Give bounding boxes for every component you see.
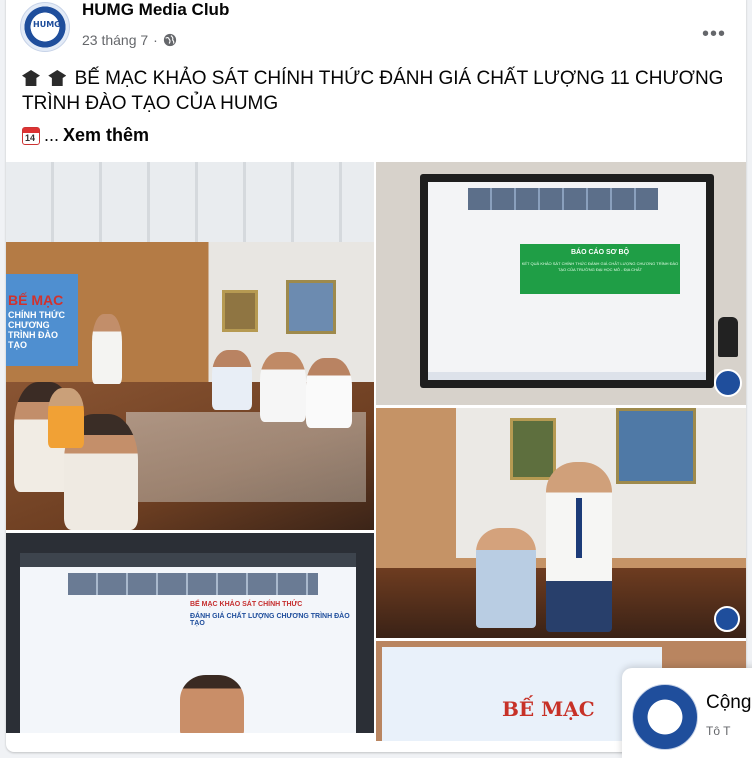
community-popup[interactable]: Cộng Tô T — [622, 668, 752, 758]
humg-media-badge-icon — [714, 369, 742, 397]
attendee — [260, 352, 306, 422]
photo-online-meeting[interactable]: BẾ MẠC KHẢO SÁT CHÍNH THỨC ĐÁNH GIÁ CHẤT… — [6, 533, 374, 733]
attendee — [92, 314, 122, 384]
avatar-logo-icon: HUMG — [33, 20, 61, 29]
post-date-link[interactable]: 23 tháng 7 — [82, 32, 148, 48]
community-subtitle: Tô T — [706, 724, 731, 738]
community-logo-icon — [632, 684, 698, 750]
attendee — [212, 350, 252, 410]
post-card: HUMG HUMG Media Club 23 tháng 7 · ••• BẾ… — [6, 0, 746, 752]
community-name: Cộng — [706, 692, 752, 713]
more-options-icon[interactable]: ••• — [696, 16, 732, 52]
screen-subtitle: CHÍNH THỨC CHƯƠNG TRÌNH ĐÀO TẠO — [8, 310, 65, 350]
banner-title: BẾ MẠC — [502, 697, 595, 721]
seated-attendee — [476, 528, 536, 628]
meeting-screen: BẾ MẠC KHẢO SÁT CHÍNH THỨC ĐÁNH GIÁ CHẤT… — [20, 567, 356, 733]
tv-display: BÁO CÁO SƠ BỘ KẾT QUẢ KHẢO SÁT CHÍNH THỨ… — [420, 174, 714, 388]
video-participants-strip — [468, 188, 658, 210]
photo-presenter[interactable] — [376, 408, 746, 638]
speaker-video — [180, 675, 244, 733]
report-slide: BÁO CÁO SƠ BỘ KẾT QUẢ KHẢO SÁT CHÍNH THỨ… — [520, 244, 680, 294]
wall-painting — [616, 408, 696, 484]
ceiling — [6, 162, 374, 242]
report-subtitle: KẾT QUẢ KHẢO SÁT CHÍNH THỨC ĐÁNH GIÁ CHẤ… — [521, 261, 679, 272]
conference-camera — [718, 317, 738, 357]
page-avatar[interactable]: HUMG — [20, 2, 70, 52]
page-name-link[interactable]: HUMG Media Club — [82, 0, 229, 20]
screen-title: BẾ MẠC — [8, 292, 64, 308]
attendee — [48, 388, 84, 448]
meeting-subtitle: ĐÁNH GIÁ CHẤT LƯỢNG CHƯƠNG TRÌNH ĐÀO TẠO — [190, 613, 350, 627]
projection-screen: BẾ MẠC CHÍNH THỨC CHƯƠNG TRÌNH ĐÀO TẠO — [6, 274, 78, 366]
post-text: BẾ MẠC KHẢO SÁT CHÍNH THỨC ĐÁNH GIÁ CHẤT… — [22, 68, 724, 114]
post-meta: 23 tháng 7 · — [82, 32, 177, 48]
meeting-toolbar — [20, 553, 356, 567]
graduation-cap-icon — [48, 70, 67, 86]
wall-painting — [510, 418, 556, 480]
globe-icon[interactable] — [163, 33, 177, 47]
meeting-title: BẾ MẠC KHẢO SÁT CHÍNH THỨC — [190, 601, 303, 608]
report-title: BÁO CÁO SƠ BỘ — [570, 249, 630, 256]
post-header: HUMG HUMG Media Club 23 tháng 7 · ••• — [20, 0, 732, 58]
photo-conference-room[interactable]: BẾ MẠC CHÍNH THỨC CHƯƠNG TRÌNH ĐÀO TẠO — [6, 162, 374, 530]
attendee — [306, 358, 352, 428]
humg-media-badge-icon — [714, 606, 740, 632]
video-participants-strip — [68, 573, 318, 595]
tv-screen: BÁO CÁO SƠ BỘ KẾT QUẢ KHẢO SÁT CHÍNH THỨ… — [428, 182, 706, 380]
taskbar — [428, 372, 706, 380]
event-banner: BẾ MẠC — [382, 647, 662, 741]
meta-separator: · — [153, 32, 158, 48]
photo-report-screen[interactable]: BÁO CÁO SƠ BỘ KẾT QUẢ KHẢO SÁT CHÍNH THỨ… — [376, 162, 746, 405]
presenter-tie — [576, 498, 582, 558]
calendar-icon: 14 — [22, 126, 40, 145]
ellipsis: ... — [44, 125, 60, 145]
wall-painting — [222, 290, 258, 332]
graduation-cap-icon — [22, 70, 40, 86]
post-body: BẾ MẠC KHẢO SÁT CHÍNH THỨC ĐÁNH GIÁ CHẤT… — [22, 66, 738, 116]
wall-painting — [286, 280, 336, 334]
see-more-line: 14 ... Xem thêm — [22, 125, 149, 146]
see-more-link[interactable]: Xem thêm — [63, 125, 149, 146]
